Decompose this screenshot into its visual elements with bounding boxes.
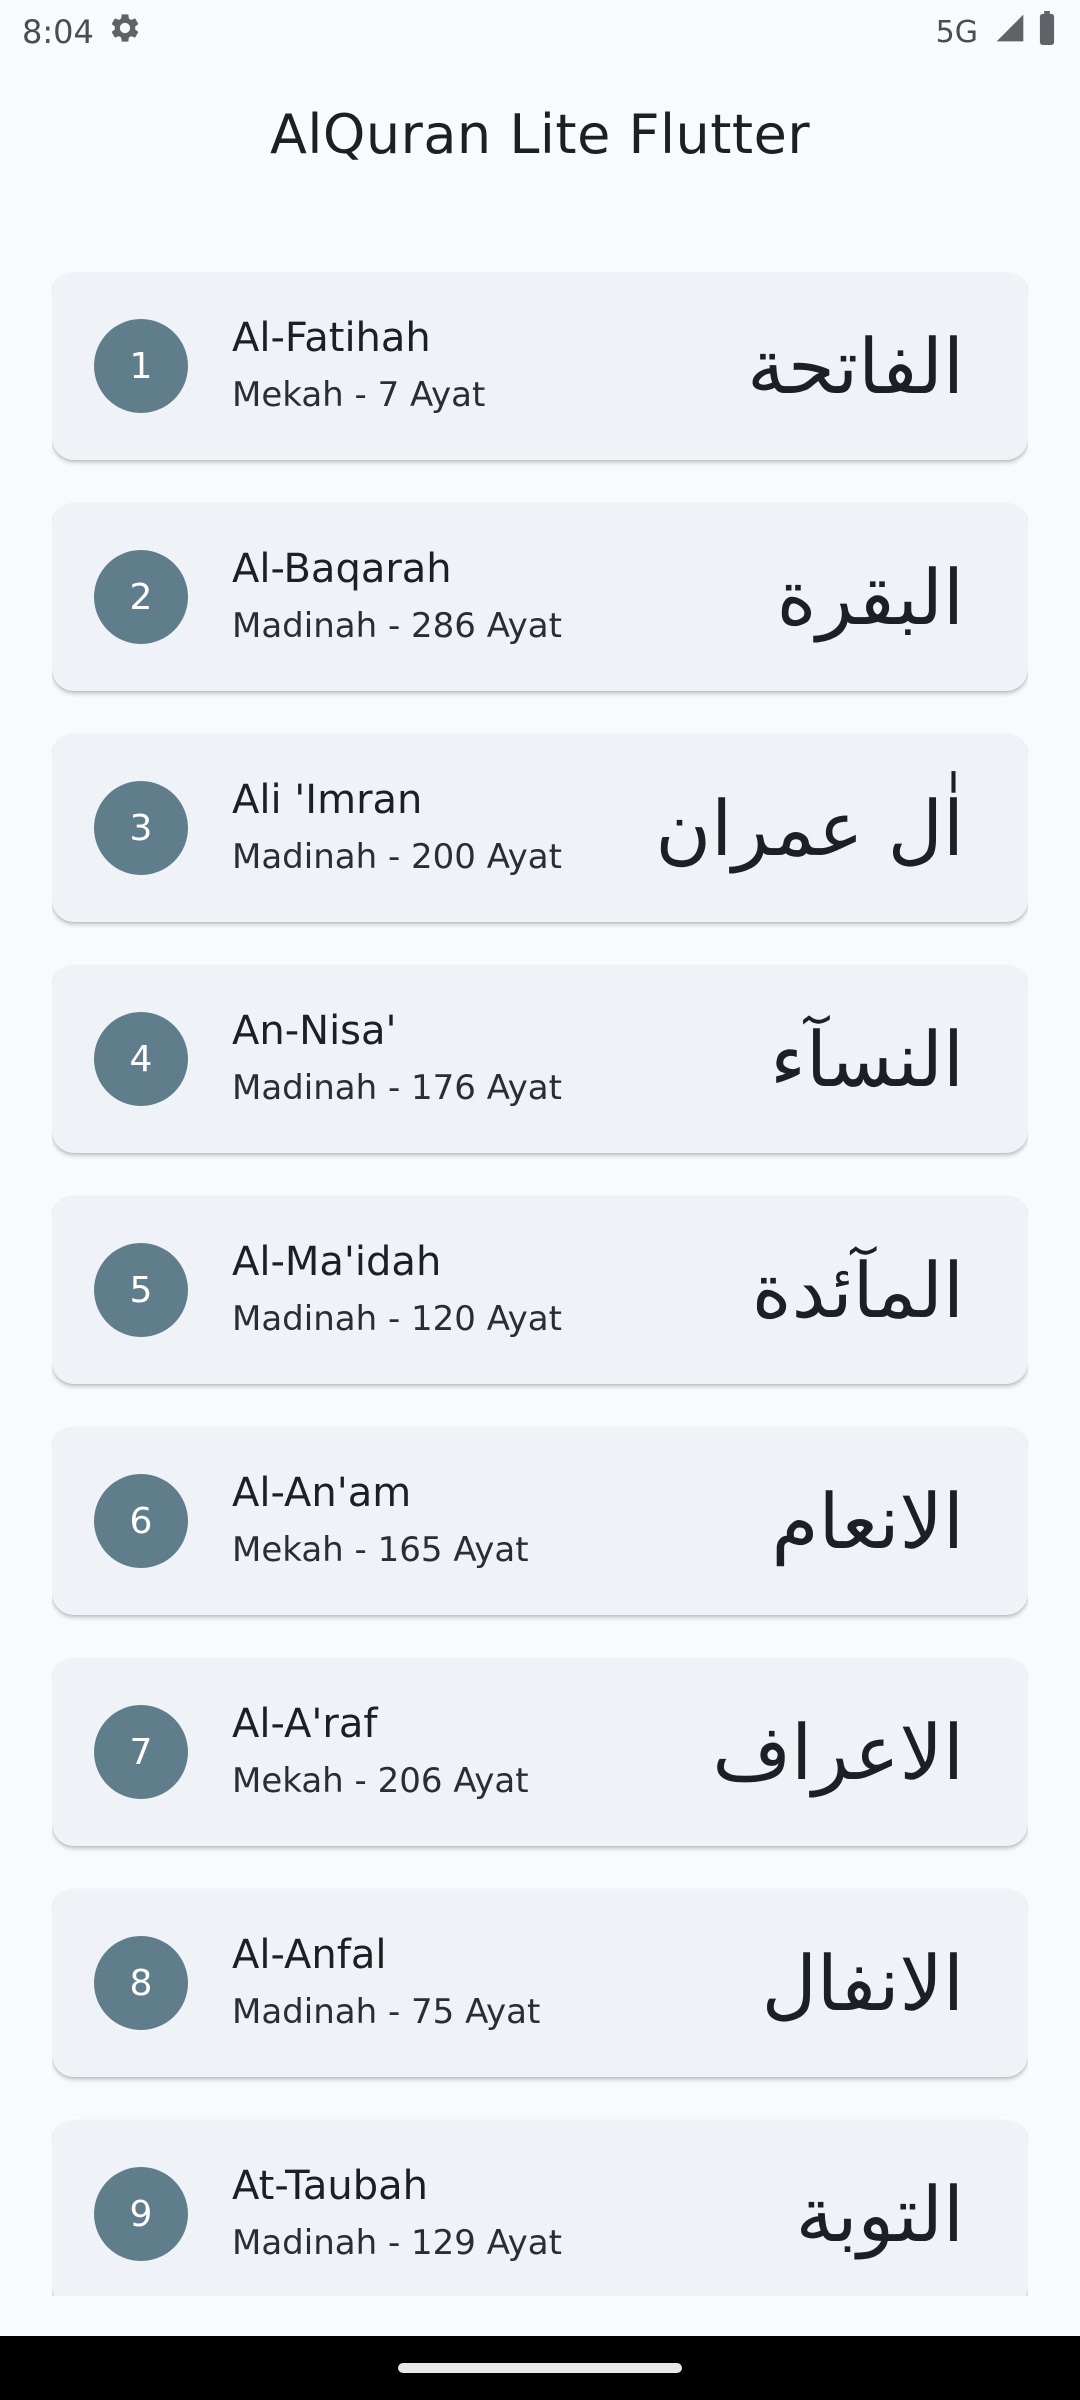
surah-name: Al-Ma'idah xyxy=(232,1239,442,1285)
surah-name: Ali 'Imran xyxy=(232,777,423,823)
surah-info: At-Taubah Madinah - 129 Ayat xyxy=(232,2160,796,2268)
surah-arabic-name: الانعام xyxy=(771,1476,965,1566)
surah-name: An-Nisa' xyxy=(232,1008,397,1054)
surah-info: Al-Baqarah Madinah - 286 Ayat xyxy=(232,543,777,651)
surah-number-badge: 1 xyxy=(94,319,188,413)
surah-number-badge: 5 xyxy=(94,1243,188,1337)
network-type: 5G xyxy=(935,14,978,50)
status-time: 8:04 xyxy=(22,13,94,51)
status-left: 8:04 xyxy=(22,11,142,53)
surah-list-item[interactable]: 5 Al-Ma'idah Madinah - 120 Ayat المآئدة xyxy=(52,1196,1028,1384)
surah-arabic-name: التوبة xyxy=(795,2169,964,2259)
surah-meta: Madinah - 286 Ayat xyxy=(232,606,562,646)
app-title: AlQuran Lite Flutter xyxy=(269,102,811,166)
surah-number-badge: 7 xyxy=(94,1705,188,1799)
surah-number-badge: 4 xyxy=(94,1012,188,1106)
settings-icon xyxy=(108,11,142,53)
status-right: 5G xyxy=(936,11,1058,53)
surah-name: At-Taubah xyxy=(232,2163,429,2209)
surah-meta: Mekah - 206 Ayat xyxy=(232,1761,529,1801)
app-screen: 8:04 5G AlQuran Lite Flutter 1 Al-Fatiha… xyxy=(0,0,1080,2400)
surah-arabic-name: اٰل عمران xyxy=(655,783,964,873)
home-gesture-handle[interactable] xyxy=(398,2363,682,2373)
signal-icon xyxy=(994,12,1026,52)
surah-list[interactable]: 1 Al-Fatihah Mekah - 7 Ayat الفاتحة 2 Al-Baqa… xyxy=(52,272,1028,2296)
surah-meta: Madinah - 120 Ayat xyxy=(232,1299,562,1339)
surah-meta: Mekah - 7 Ayat xyxy=(232,375,486,415)
surah-meta: Madinah - 200 Ayat xyxy=(232,837,562,877)
surah-number-badge: 6 xyxy=(94,1474,188,1568)
surah-meta: Mekah - 165 Ayat xyxy=(232,1530,529,1570)
surah-arabic-name: الاعراف xyxy=(712,1707,964,1797)
surah-info: An-Nisa' Madinah - 176 Ayat xyxy=(232,1005,770,1113)
surah-arabic-name: النسآء xyxy=(770,1014,964,1104)
surah-arabic-name: الانفال xyxy=(761,1938,964,2028)
surah-name: Al-Fatihah xyxy=(232,315,431,361)
app-bar: AlQuran Lite Flutter xyxy=(0,64,1080,204)
surah-number-badge: 2 xyxy=(94,550,188,644)
surah-meta: Madinah - 75 Ayat xyxy=(232,1992,541,2032)
surah-arabic-name: المآئدة xyxy=(751,1245,964,1335)
surah-list-item[interactable]: 8 Al-Anfal Madinah - 75 Ayat الانفال xyxy=(52,1889,1028,2077)
surah-list-item[interactable]: 2 Al-Baqarah Madinah - 286 Ayat البقرة xyxy=(52,503,1028,691)
surah-name: Al-Anfal xyxy=(232,1932,387,1978)
surah-name: Al-A'raf xyxy=(232,1701,378,1747)
surah-list-item[interactable]: 3 Ali 'Imran Madinah - 200 Ayat اٰل عمران xyxy=(52,734,1028,922)
navigation-bar xyxy=(0,2336,1080,2400)
surah-info: Al-Fatihah Mekah - 7 Ayat xyxy=(232,312,747,420)
surah-info: Al-An'am Mekah - 165 Ayat xyxy=(232,1467,772,1575)
surah-number-badge: 9 xyxy=(94,2167,188,2261)
surah-meta: Madinah - 176 Ayat xyxy=(232,1068,562,1108)
surah-list-item[interactable]: 4 An-Nisa' Madinah - 176 Ayat النسآء xyxy=(52,965,1028,1153)
surah-arabic-name: الفاتحة xyxy=(747,321,964,411)
surah-list-item[interactable]: 7 Al-A'raf Mekah - 206 Ayat الاعراف xyxy=(52,1658,1028,1846)
surah-list-item[interactable]: 1 Al-Fatihah Mekah - 7 Ayat الفاتحة xyxy=(52,272,1028,460)
battery-icon xyxy=(1036,11,1058,53)
surah-list-item[interactable]: 6 Al-An'am Mekah - 165 Ayat الانعام xyxy=(52,1427,1028,1615)
surah-info: Al-Ma'idah Madinah - 120 Ayat xyxy=(232,1236,752,1344)
surah-arabic-name: البقرة xyxy=(776,552,964,642)
surah-meta: Madinah - 129 Ayat xyxy=(232,2223,562,2263)
surah-info: Al-Anfal Madinah - 75 Ayat xyxy=(232,1929,762,2037)
surah-list-item[interactable]: 9 At-Taubah Madinah - 129 Ayat التوبة xyxy=(52,2120,1028,2296)
surah-name: Al-An'am xyxy=(232,1470,412,1516)
surah-name: Al-Baqarah xyxy=(232,546,452,592)
surah-info: Ali 'Imran Madinah - 200 Ayat xyxy=(232,774,655,882)
surah-info: Al-A'raf Mekah - 206 Ayat xyxy=(232,1698,712,1806)
surah-number-badge: 8 xyxy=(94,1936,188,2030)
status-bar: 8:04 5G xyxy=(0,0,1080,64)
surah-number-badge: 3 xyxy=(94,781,188,875)
